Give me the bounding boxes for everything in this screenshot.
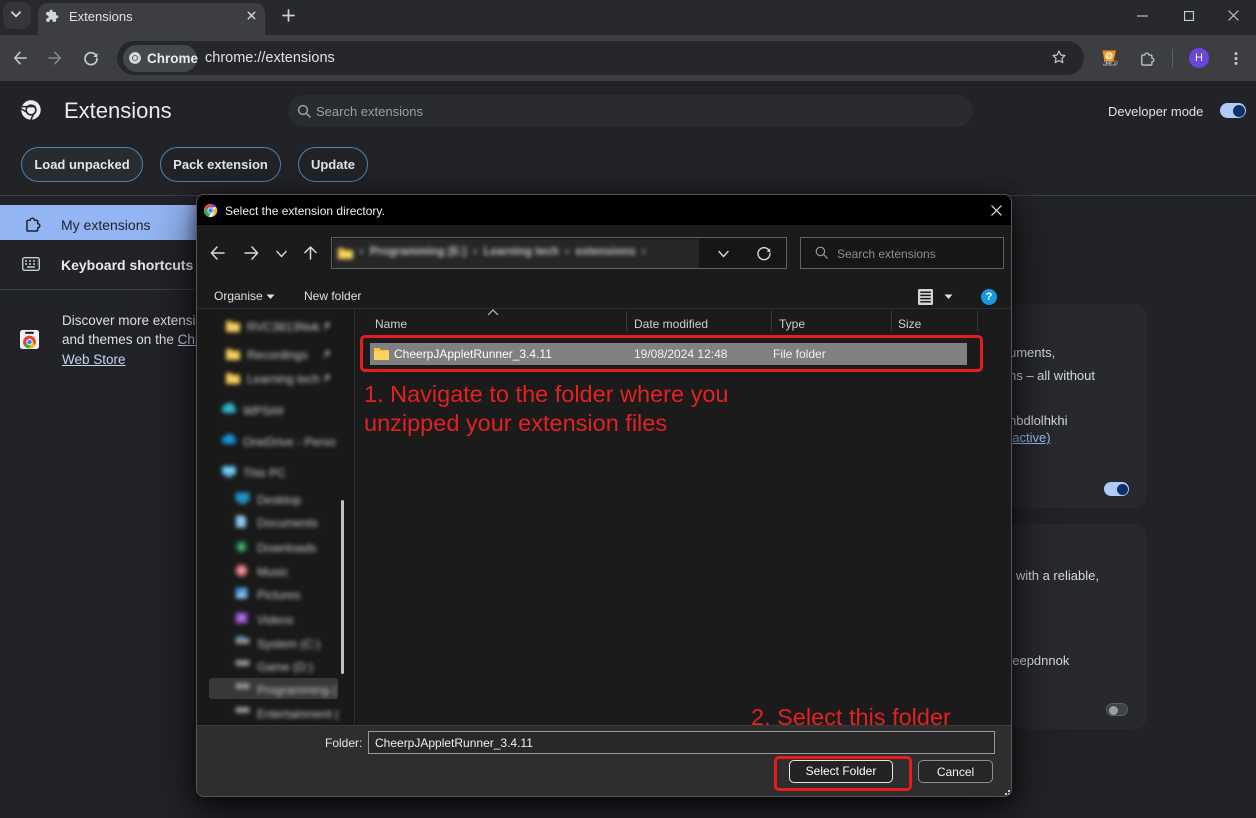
svg-text:JNLP: JNLP <box>1103 60 1118 67</box>
